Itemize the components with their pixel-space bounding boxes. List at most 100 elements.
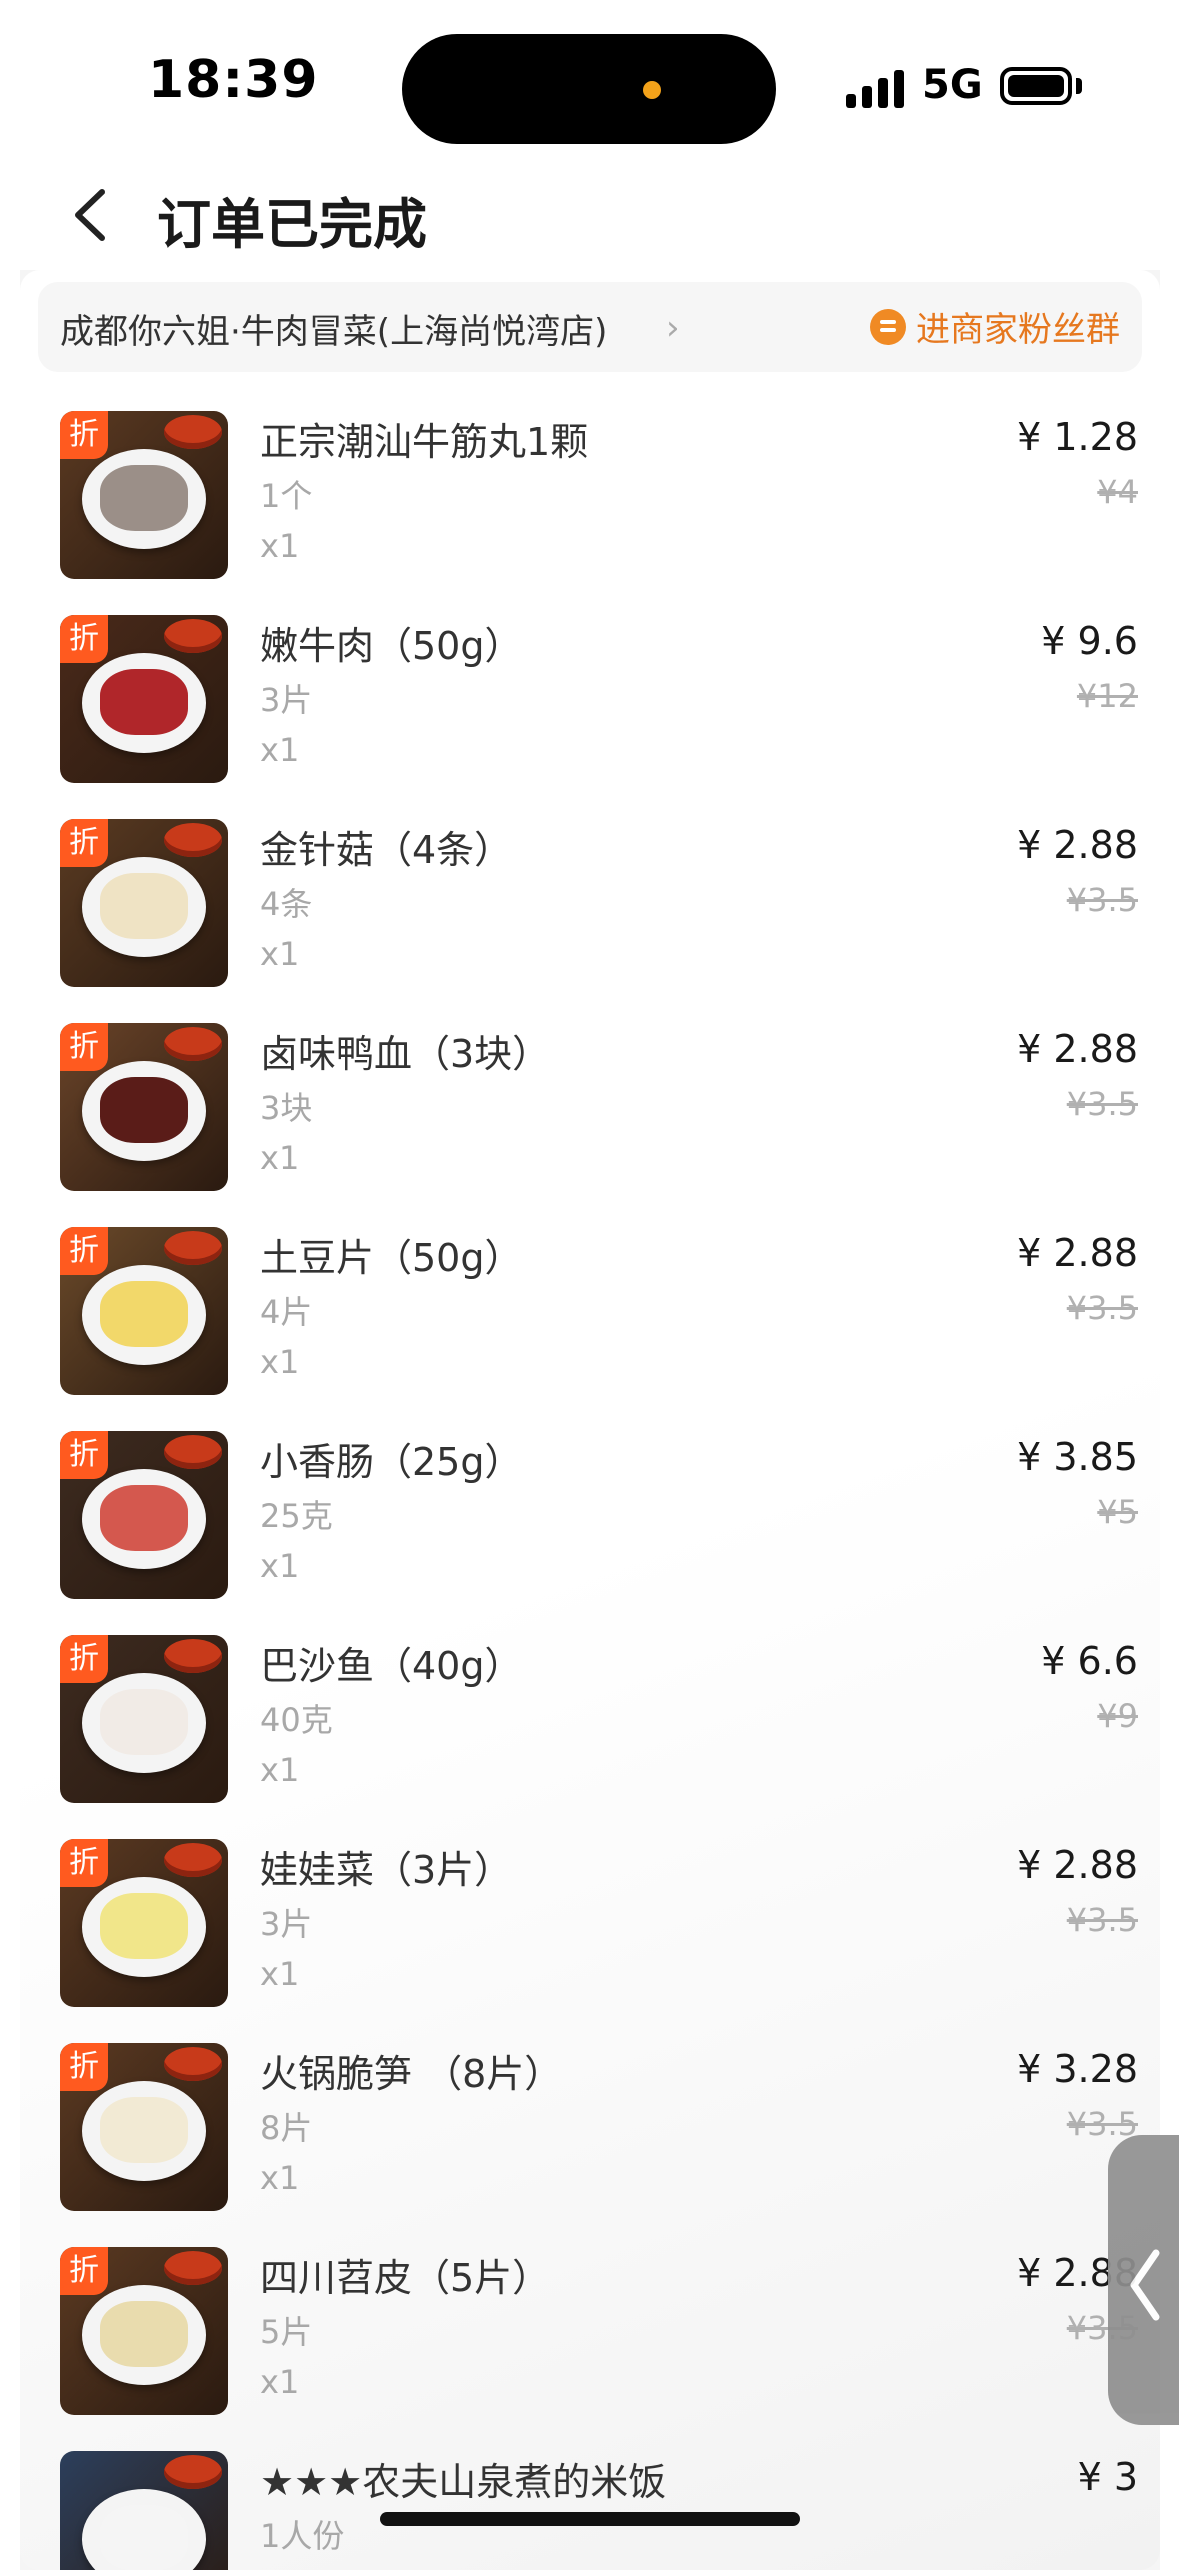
item-original-price: ¥12 xyxy=(1076,677,1138,715)
store-name[interactable]: 成都你六姐·牛肉冒菜(上海尚悦湾店) xyxy=(60,304,607,353)
privacy-indicator-dot xyxy=(643,81,661,99)
image-food xyxy=(100,1077,188,1143)
image-sauce-bowl xyxy=(164,1231,222,1265)
discount-tag: 折 xyxy=(60,1227,108,1275)
item-quantity: x1 xyxy=(260,2159,300,2197)
item-spec: 3片 xyxy=(260,681,313,719)
item-price: ¥ 3.28 xyxy=(1017,2047,1138,2091)
chevron-left-icon xyxy=(1130,2249,1160,2321)
product-image[interactable]: 折 xyxy=(60,819,228,987)
item-name: 土豆片（50g） xyxy=(260,1236,523,1280)
discount-tag: 折 xyxy=(60,1431,108,1479)
network-type: 5G xyxy=(922,62,983,108)
discount-tag: 折 xyxy=(60,615,108,663)
image-sauce-bowl xyxy=(164,2047,222,2081)
order-item[interactable]: 折 嫩牛肉（50g） 3片 x1 ¥ 9.6 ¥12 xyxy=(20,615,1160,819)
item-quantity: x1 xyxy=(260,731,300,769)
image-food xyxy=(100,1689,188,1755)
item-original-price: ¥3.5 xyxy=(1066,1289,1138,1327)
order-item[interactable]: 折火锅脆笋 （8片） 8片 x1 ¥ 3.28 ¥3.5 xyxy=(20,2043,1160,2247)
order-item[interactable]: 折 巴沙鱼（40g） 40克 x1 ¥ 6.6 ¥9 xyxy=(20,1635,1160,1839)
item-quantity: x1 xyxy=(260,1139,300,1177)
item-original-price: ¥9 xyxy=(1097,1697,1138,1735)
item-quantity: x1 xyxy=(260,1955,300,1993)
image-food xyxy=(100,669,188,735)
image-food xyxy=(100,1281,188,1347)
discount-tag: 折 xyxy=(60,819,108,867)
image-sauce-bowl xyxy=(164,2251,222,2285)
item-price: ¥ 2.88 xyxy=(1017,1231,1138,1275)
product-image[interactable]: 折 xyxy=(60,1635,228,1803)
item-spec: 25克 xyxy=(260,1497,333,1535)
image-sauce-bowl xyxy=(164,415,222,449)
order-card: 成都你六姐·牛肉冒菜(上海尚悦湾店) › 进商家粉丝群 折 正宗潮汕牛筋丸1颗 1个… xyxy=(20,270,1160,2570)
product-image[interactable]: 折 xyxy=(60,1023,228,1191)
item-name: 娃娃菜（3片） xyxy=(260,1848,513,1892)
item-spec: 3片 xyxy=(260,1905,313,1943)
product-image[interactable]: 折 xyxy=(60,411,228,579)
item-spec: 1个 xyxy=(260,477,313,515)
image-food xyxy=(100,873,188,939)
discount-tag: 折 xyxy=(60,1635,108,1683)
product-image[interactable]: 折 xyxy=(60,1227,228,1395)
item-original-price: ¥5 xyxy=(1097,1493,1138,1531)
image-sauce-bowl xyxy=(164,1027,222,1061)
home-indicator[interactable] xyxy=(380,2512,800,2526)
product-image[interactable]: 折 xyxy=(60,2043,228,2211)
product-image[interactable]: 折 xyxy=(60,1431,228,1599)
item-name: 正宗潮汕牛筋丸1颗 xyxy=(260,420,589,464)
item-spec: 1人份 xyxy=(260,2517,345,2555)
product-image[interactable]: 折 xyxy=(60,2247,228,2415)
order-item[interactable]: 折 土豆片（50g） 4片 x1 ¥ 2.88 ¥3.5 xyxy=(20,1227,1160,1431)
store-bar[interactable]: 成都你六姐·牛肉冒菜(上海尚悦湾店) › 进商家粉丝群 xyxy=(38,282,1142,372)
nav-bar: 订单已完成 xyxy=(0,160,1179,270)
item-original-price: ¥3.5 xyxy=(1066,1085,1138,1123)
order-item[interactable]: 折 金针菇（4条） 4条 x1 ¥ 2.88 ¥3.5 xyxy=(20,819,1160,1023)
image-sauce-bowl xyxy=(164,2455,222,2489)
item-original-price: ¥3.5 xyxy=(1066,881,1138,919)
item-name: 金针菇（4条） xyxy=(260,828,513,872)
item-name: 四川苕皮（5片） xyxy=(260,2256,551,2300)
item-name: 巴沙鱼（40g） xyxy=(260,1644,523,1688)
order-item[interactable]: 折 娃娃菜（3片） 3片 x1 ¥ 2.88 ¥3.5 xyxy=(20,1839,1160,2043)
back-button[interactable] xyxy=(60,180,130,250)
item-original-price: ¥4 xyxy=(1097,473,1138,511)
product-image[interactable]: 折 xyxy=(60,615,228,783)
chat-bubble-icon xyxy=(870,308,906,345)
item-quantity: x1 xyxy=(260,1751,300,1789)
item-price: ¥ 3.85 xyxy=(1017,1435,1138,1479)
page-title: 订单已完成 xyxy=(157,193,427,256)
product-image[interactable]: 折 xyxy=(60,1839,228,2007)
order-item[interactable]: 折四川苕皮（5片） 5片 x1 ¥ 2.88 ¥3.5 xyxy=(20,2247,1160,2451)
image-food xyxy=(100,1485,188,1551)
item-spec: 5片 xyxy=(260,2313,313,2351)
item-spec: 3块 xyxy=(260,1089,313,1127)
item-quantity: x1 xyxy=(260,1547,300,1585)
discount-tag: 折 xyxy=(60,411,108,459)
item-price: ¥ 2.88 xyxy=(1017,1027,1138,1071)
fans-group-button[interactable]: 进商家粉丝群 xyxy=(870,302,1120,351)
order-item[interactable]: 折 卤味鸭血（3块） 3块 x1 ¥ 2.88 ¥3.5 xyxy=(20,1023,1160,1227)
status-time: 18:39 xyxy=(148,50,319,110)
item-price: ¥ 9.6 xyxy=(1041,619,1138,663)
order-item[interactable]: 折 正宗潮汕牛筋丸1颗 1个 x1 ¥ 1.28 ¥4 xyxy=(20,411,1160,615)
item-name: ★★★农夫山泉煮的米饭 xyxy=(260,2460,667,2504)
item-name: 小香肠（25g） xyxy=(260,1440,523,1484)
floating-side-handle[interactable] xyxy=(1108,2135,1179,2425)
image-sauce-bowl xyxy=(164,1639,222,1673)
item-spec: 4片 xyxy=(260,1293,313,1331)
item-name: 火锅脆笋 （8片） xyxy=(260,2052,563,2096)
store-chevron-icon: › xyxy=(666,308,680,348)
image-food xyxy=(100,2097,188,2163)
item-spec: 4条 xyxy=(260,885,313,923)
image-food xyxy=(100,2505,188,2570)
product-image[interactable] xyxy=(60,2451,228,2570)
dynamic-island xyxy=(402,34,776,144)
item-price: ¥ 3 xyxy=(1077,2455,1138,2499)
order-item[interactable]: 折 小香肠（25g） 25克 x1 ¥ 3.85 ¥5 xyxy=(20,1431,1160,1635)
image-sauce-bowl xyxy=(164,823,222,857)
status-bar: 18:39 5G xyxy=(0,0,1179,170)
discount-tag: 折 xyxy=(60,1023,108,1071)
order-item[interactable]: ★★★农夫山泉煮的米饭1人份x1¥ 3 xyxy=(20,2451,1160,2570)
item-price: ¥ 6.6 xyxy=(1041,1639,1138,1683)
